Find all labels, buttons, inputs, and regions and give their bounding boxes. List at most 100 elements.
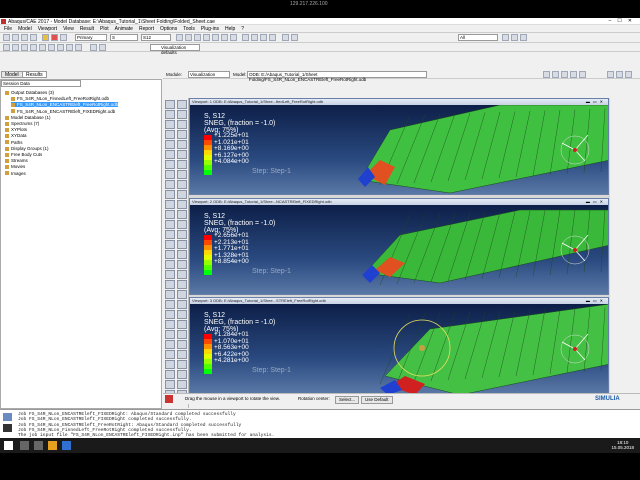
tab-results[interactable]: Results [22, 71, 47, 78]
use-default-button[interactable]: Use Default [361, 396, 393, 404]
toolbox-tool-icon[interactable] [165, 180, 175, 189]
view-left-icon[interactable] [48, 44, 55, 51]
tab-model[interactable]: Model [1, 71, 23, 78]
display-group-icon[interactable] [99, 44, 106, 51]
menu-file[interactable]: File [4, 26, 12, 32]
menu-view[interactable]: View [63, 26, 74, 32]
toolbox-tool-icon[interactable] [177, 130, 187, 139]
toolbox-tool-icon[interactable] [165, 310, 175, 319]
new-icon[interactable] [3, 34, 10, 41]
rotate-icon[interactable] [194, 34, 201, 41]
view-bottom-icon[interactable] [75, 44, 82, 51]
toolbox-tool-icon[interactable] [177, 260, 187, 269]
start-icon[interactable] [4, 441, 13, 450]
toolbox-tool-icon[interactable] [177, 180, 187, 189]
tree-item[interactable]: Display Groups (1) [5, 146, 49, 151]
datum-icon[interactable] [12, 44, 19, 51]
perspective-icon[interactable] [282, 34, 289, 41]
toolbox-tool-icon[interactable] [165, 140, 175, 149]
toolbox-tool-icon[interactable] [177, 120, 187, 129]
vertical-scrollbar[interactable] [610, 98, 625, 393]
primary-select[interactable]: Primary [75, 34, 107, 41]
toolbox-tool-icon[interactable] [177, 210, 187, 219]
select-button[interactable]: Select... [335, 396, 360, 404]
toolbox-tool-icon[interactable] [165, 360, 175, 369]
view-back-icon[interactable] [39, 44, 46, 51]
tree-item[interactable]: Model Database (1) [5, 115, 51, 120]
toolbox-tool-icon[interactable] [177, 220, 187, 229]
visualization-defaults-toggle[interactable]: Visualization defaults [150, 44, 200, 55]
window-controls[interactable]: –☐✕ [609, 18, 638, 24]
view-right-icon[interactable] [57, 44, 64, 51]
prev-frame-icon[interactable] [552, 71, 559, 78]
render-filled-icon[interactable] [260, 34, 267, 41]
toolbox-tool-icon[interactable] [177, 140, 187, 149]
toolbox-tool-icon[interactable] [177, 310, 187, 319]
toolbox-tool-icon[interactable] [177, 230, 187, 239]
toolbox-tool-icon[interactable] [165, 120, 175, 129]
open-icon[interactable] [12, 34, 19, 41]
tree-item[interactable]: Free Body Cuts [5, 152, 42, 157]
tile-vertical-icon[interactable] [607, 71, 614, 78]
rotation-center-icon[interactable] [419, 345, 425, 351]
python-tab-icon[interactable] [3, 424, 12, 432]
task-view-icon[interactable] [34, 441, 43, 450]
menu-plugins[interactable]: Plug-ins [201, 26, 219, 32]
toolbox-tool-icon[interactable] [165, 210, 175, 219]
undeformed-icon[interactable] [51, 34, 58, 41]
toolbox-tool-icon[interactable] [177, 350, 187, 359]
toolbox-tool-icon[interactable] [177, 150, 187, 159]
color-code-icon[interactable] [90, 44, 97, 51]
menu-tools[interactable]: Tools [183, 26, 195, 32]
tree-item[interactable]: Paths [5, 140, 23, 145]
tree-item[interactable]: XYPlots [5, 127, 27, 132]
component-select[interactable]: S12 [141, 34, 171, 41]
render-hidden-icon[interactable] [251, 34, 258, 41]
cascade-icon[interactable] [625, 71, 632, 78]
message-tab-icon[interactable] [3, 413, 12, 421]
toolbox-tool-icon[interactable] [165, 160, 175, 169]
toolbox-tool-icon[interactable] [165, 300, 175, 309]
toolbox-tool-icon[interactable] [177, 270, 187, 279]
close-button[interactable]: ✕ [628, 18, 638, 24]
tree-item[interactable]: Movies [5, 164, 25, 169]
print-icon[interactable] [30, 34, 37, 41]
viewport-canvas[interactable]: S, S12 SNEG, (fraction = -1.0) (Avg: 75%… [190, 205, 608, 294]
toolbox-tool-icon[interactable] [177, 250, 187, 259]
toolbox-tool-icon[interactable] [177, 240, 187, 249]
toolbox-tool-icon[interactable] [177, 330, 187, 339]
first-frame-icon[interactable] [543, 71, 550, 78]
viewport-1[interactable]: Viewport: 1 ODB: E:/Abaqus_Tutorial_1/Sh… [189, 98, 609, 195]
tree-item[interactable]: FS_S4R_NLon_ENCASTREleft_FreeRotRight.od… [11, 102, 119, 108]
display-filter-select[interactable]: All [458, 34, 498, 41]
menu-report[interactable]: Report [139, 26, 154, 32]
toolbox-tool-icon[interactable] [165, 220, 175, 229]
auto-fit-icon[interactable] [221, 34, 228, 41]
session-data-select[interactable]: Session Data [1, 80, 81, 87]
render-wireframe-icon[interactable] [242, 34, 249, 41]
abaqus-taskbar-icon[interactable] [62, 441, 71, 450]
model-select[interactable]: ODB: E:/Abaqus_Tutorial_1/Sheet Folding/… [247, 71, 427, 82]
search-icon[interactable] [20, 441, 29, 450]
toolbox-tool-icon[interactable] [177, 170, 187, 179]
remove-icon[interactable] [520, 34, 527, 41]
toolbox-tool-icon[interactable] [165, 170, 175, 179]
save-icon[interactable] [21, 34, 28, 41]
toolbox-tool-icon[interactable] [165, 230, 175, 239]
toolbox-tool-icon[interactable] [165, 330, 175, 339]
menu-whats-this[interactable]: ? [241, 26, 244, 32]
toolbox-tool-icon[interactable] [177, 300, 187, 309]
toolbox-tool-icon[interactable] [165, 130, 175, 139]
toolbox-tool-icon[interactable] [165, 340, 175, 349]
toolbox-tool-icon[interactable] [165, 200, 175, 209]
field-output-icon[interactable] [42, 34, 49, 41]
viewport-2[interactable]: Viewport: 2 ODB: E:/Abaqus_Tutorial_1/Sh… [189, 198, 609, 295]
toolbox-tool-icon[interactable] [165, 370, 175, 379]
menu-model[interactable]: Model [18, 26, 32, 32]
menu-viewport[interactable]: Viewport [38, 26, 57, 32]
toolbox-tool-icon[interactable] [165, 280, 175, 289]
pan-icon[interactable] [185, 34, 192, 41]
toolbox-tool-icon[interactable] [177, 360, 187, 369]
viewport-canvas[interactable]: S, S12 SNEG, (fraction = -1.0) (Avg: 75%… [190, 105, 608, 194]
tree-item[interactable]: Output Databases (3) [5, 90, 54, 95]
